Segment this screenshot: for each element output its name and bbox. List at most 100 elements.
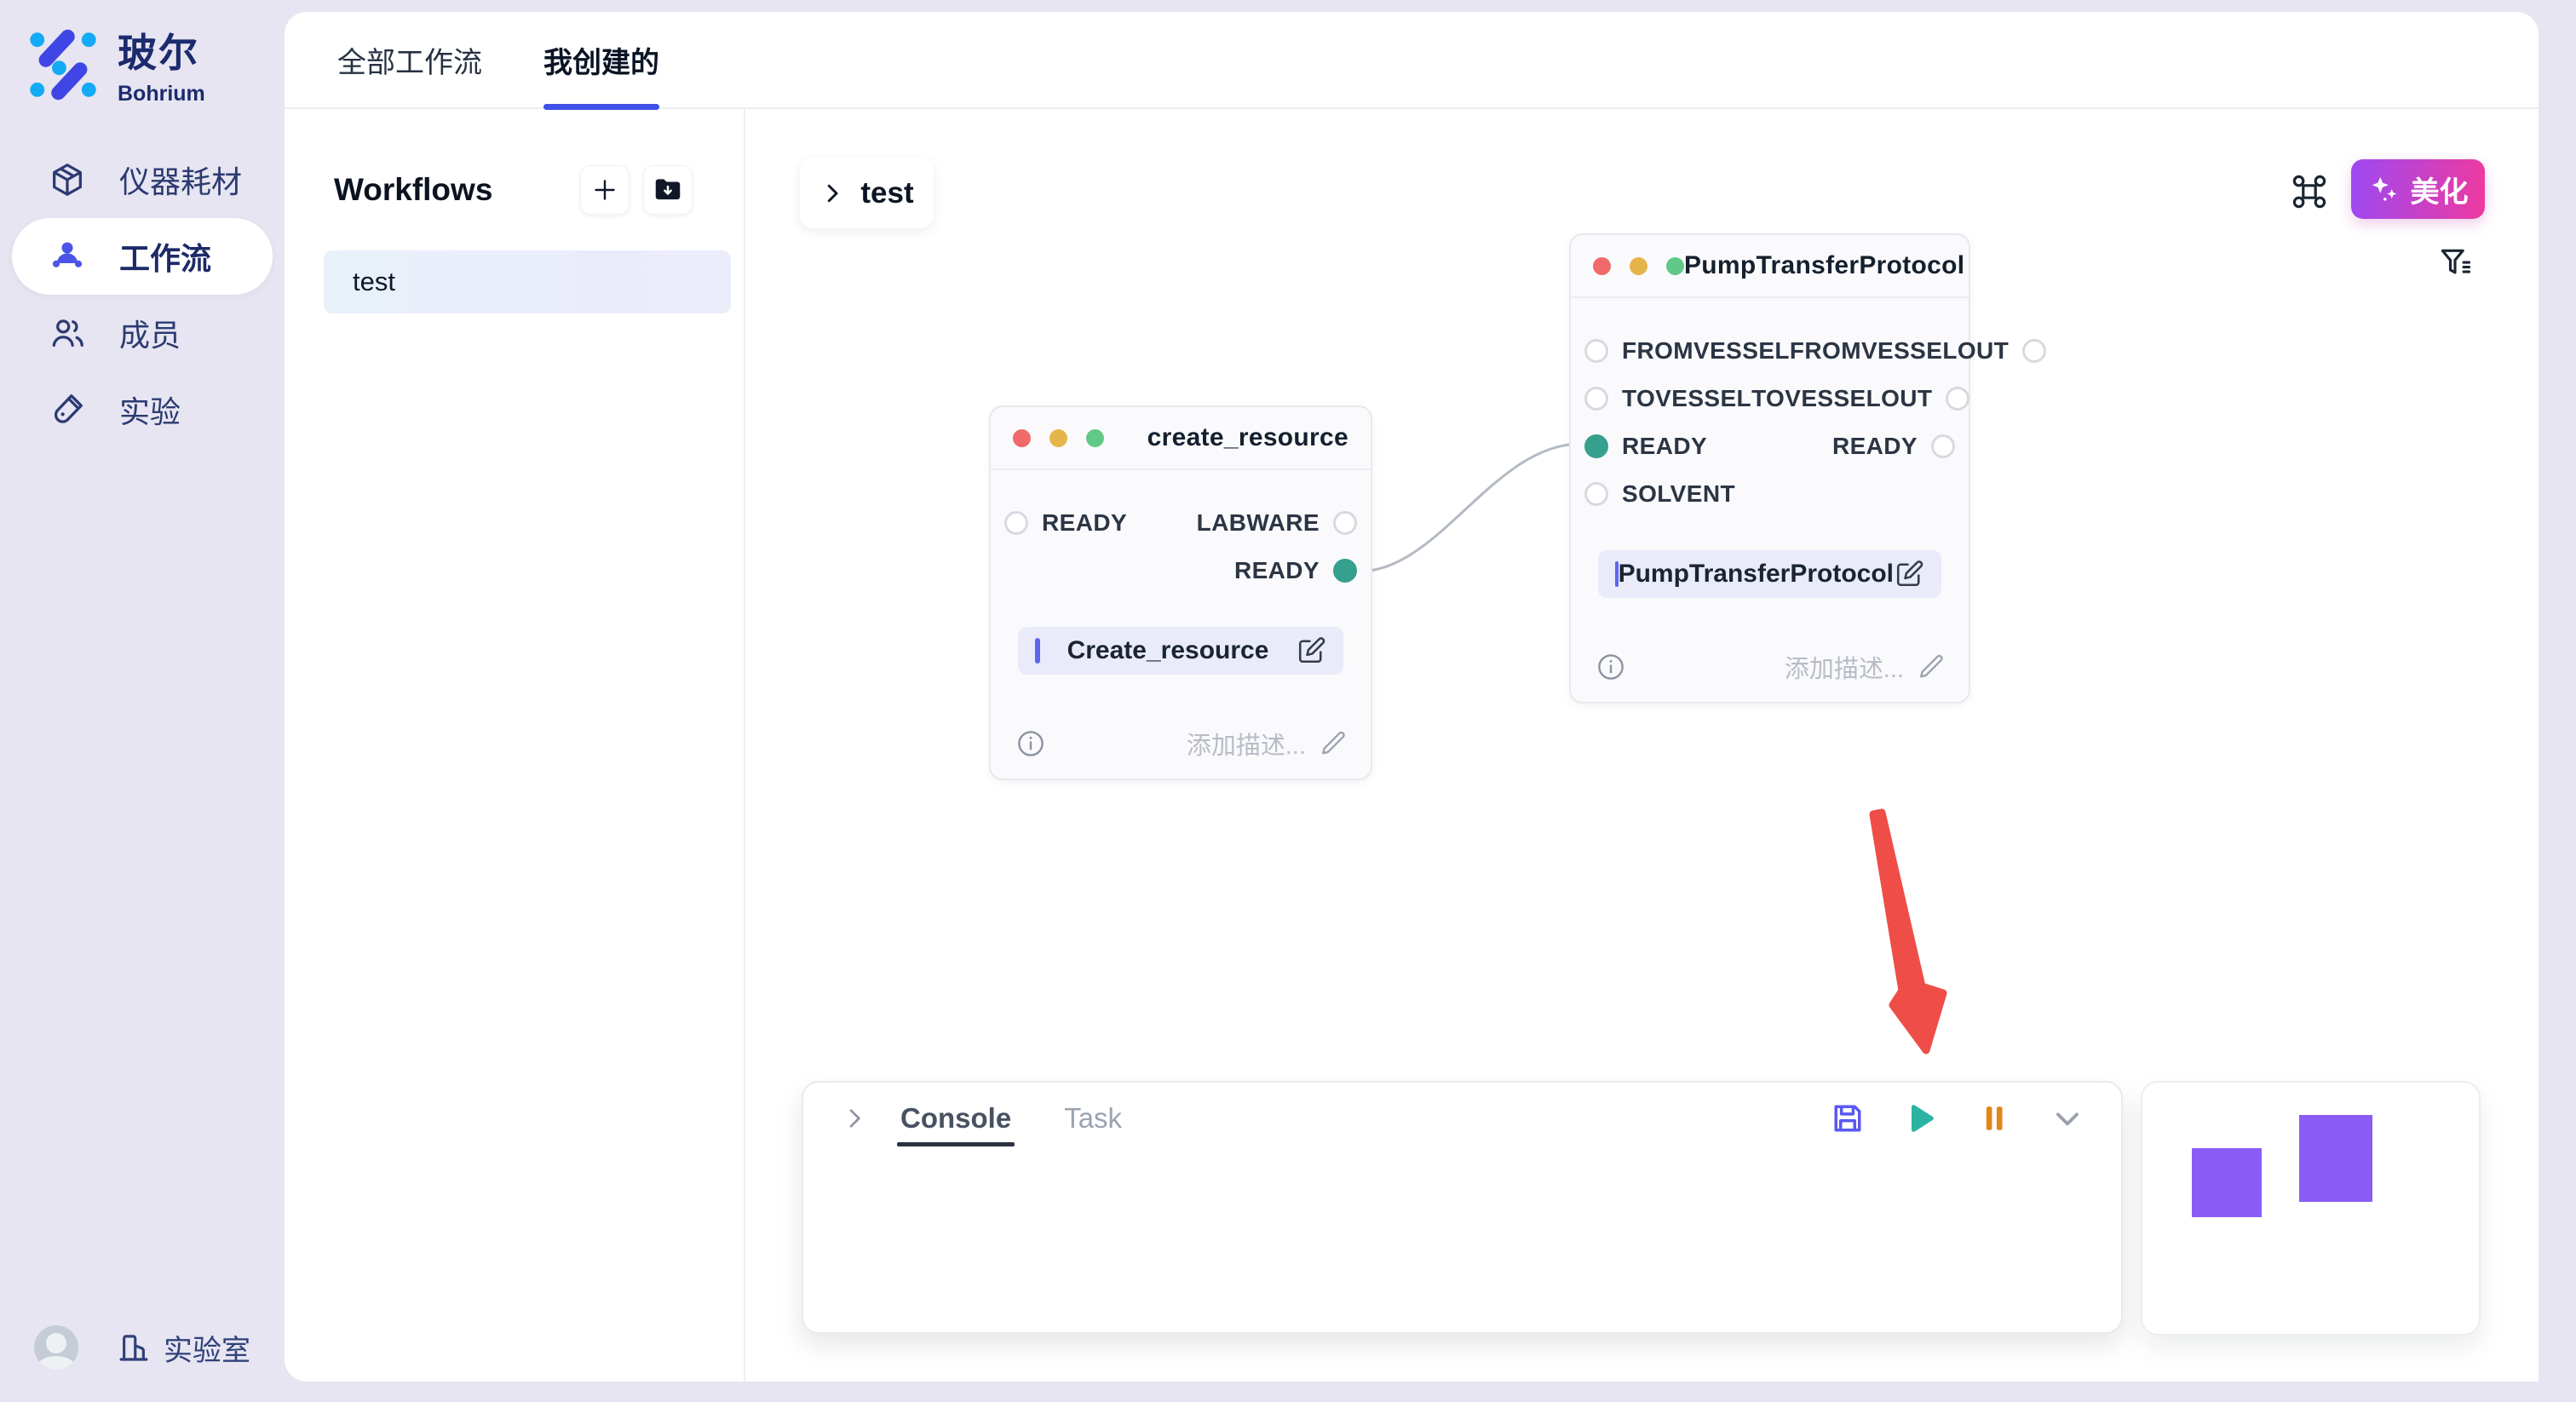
save-button[interactable]	[1828, 1099, 1867, 1138]
minimap[interactable]	[2141, 1081, 2481, 1336]
tab-console[interactable]: Console	[900, 1102, 1011, 1135]
brand-title-cn: 玻尔	[118, 22, 205, 78]
import-folder-button[interactable]	[643, 165, 693, 215]
sidebar-item-workflow[interactable]: 工作流	[12, 218, 273, 295]
input-port-connected[interactable]	[1584, 434, 1608, 458]
input-port[interactable]	[1584, 387, 1608, 411]
description-placeholder[interactable]: 添加描述...	[1785, 649, 1904, 685]
sidebar-item-members[interactable]: 成员	[0, 295, 285, 371]
console-output-area[interactable]	[803, 1154, 2121, 1334]
traffic-light-green[interactable]	[1086, 429, 1104, 447]
port-label: TOVESSEL	[1622, 385, 1751, 412]
tab-label: 我创建的	[543, 39, 659, 81]
bohrium-logo-icon	[26, 27, 101, 102]
node-create-resource[interactable]: create_resource READY LABWARE READY	[989, 405, 1372, 780]
input-port[interactable]	[1584, 482, 1608, 506]
sidebar-item-label: 实验	[119, 388, 181, 432]
tab-label: Task	[1064, 1102, 1122, 1134]
workflow-list-item-test[interactable]: test	[324, 250, 731, 313]
node-header: create_resource	[991, 407, 1371, 470]
command-icon	[2289, 171, 2330, 212]
edit-icon[interactable]	[1296, 635, 1326, 666]
sidebar-item-label: 工作流	[119, 234, 211, 279]
port-label: LABWARE	[1197, 509, 1320, 537]
output-port[interactable]	[1931, 434, 1955, 458]
sidebar-nav: 仪器耗材 工作流 成员	[0, 141, 285, 448]
traffic-light-red[interactable]	[1013, 429, 1031, 447]
port-label: TOVESSELOUT	[1751, 385, 1932, 412]
console-tab-underline	[897, 1142, 1015, 1146]
pencil-icon[interactable]	[1918, 652, 1946, 681]
shortcuts-button[interactable]	[2286, 168, 2333, 215]
input-port[interactable]	[1584, 339, 1608, 363]
filter-button[interactable]	[2435, 244, 2475, 283]
top-tabs: 全部工作流 我创建的	[285, 12, 2539, 109]
package-icon	[48, 160, 87, 199]
tab-all-workflows[interactable]: 全部工作流	[337, 11, 482, 108]
port-label: SOLVENT	[1622, 480, 1735, 508]
traffic-light-green[interactable]	[1666, 257, 1684, 275]
main-panel: 全部工作流 我创建的 Workflows	[285, 12, 2539, 1382]
sidebar-item-label: 成员	[119, 311, 181, 355]
pencil-icon[interactable]	[1320, 729, 1348, 758]
port-label: READY	[1622, 433, 1707, 460]
pill-label: PumpTransferProtocol	[1619, 560, 1894, 589]
chevron-down-icon[interactable]	[2048, 1099, 2087, 1138]
brand-title-en: Bohrium	[118, 82, 205, 106]
sparkles-icon	[2368, 173, 2401, 205]
sidebar-item-instruments[interactable]: 仪器耗材	[0, 141, 285, 218]
experiment-icon	[48, 390, 87, 429]
add-workflow-button[interactable]	[580, 165, 630, 215]
workspace-switcher[interactable]: 实验室	[116, 1327, 250, 1369]
workflow-item-label: test	[353, 267, 395, 297]
beautify-button[interactable]: 美化	[2351, 159, 2485, 219]
output-port-connected[interactable]	[1333, 559, 1357, 583]
pause-button[interactable]	[1975, 1099, 2014, 1138]
workflow-icon	[48, 237, 87, 276]
sidebar-footer: 实验室	[34, 1325, 250, 1370]
tab-my-created[interactable]: 我创建的	[543, 11, 659, 108]
output-port[interactable]	[1333, 511, 1357, 535]
console-header: Console Task	[803, 1083, 2121, 1154]
traffic-light-yellow[interactable]	[1630, 257, 1647, 275]
traffic-light-red[interactable]	[1593, 257, 1611, 275]
minimap-node-create-resource	[2192, 1148, 2262, 1217]
output-port[interactable]	[1946, 387, 1969, 411]
minimap-node-pump-transfer	[2299, 1115, 2372, 1202]
sidebar-item-label: 仪器耗材	[119, 158, 242, 202]
output-port[interactable]	[2022, 339, 2046, 363]
console-panel: Console Task	[802, 1081, 2123, 1334]
folder-download-icon	[652, 174, 684, 206]
traffic-light-yellow[interactable]	[1049, 429, 1067, 447]
tab-task[interactable]: Task	[1064, 1102, 1122, 1135]
breadcrumb[interactable]: test	[800, 158, 934, 228]
brand: 玻尔 Bohrium	[26, 22, 205, 106]
workflow-canvas[interactable]: test 美化	[745, 109, 2539, 1382]
node-action-pill[interactable]: Create_resource	[1018, 627, 1343, 675]
console-collapse-button[interactable]	[841, 1105, 868, 1132]
building-icon	[116, 1330, 152, 1365]
info-icon[interactable]	[1015, 727, 1047, 760]
run-button[interactable]	[1901, 1099, 1941, 1138]
workflows-title: Workflows	[334, 172, 492, 208]
port-label: READY	[1832, 433, 1918, 460]
beautify-label: 美化	[2411, 169, 2469, 210]
node-action-pill[interactable]: PumpTransferProtocol	[1598, 550, 1941, 598]
chevron-right-icon	[819, 181, 845, 206]
sidebar-item-experiments[interactable]: 实验	[0, 371, 285, 448]
node-title: create_resource	[1104, 423, 1348, 452]
port-label: FROMVESSELOUT	[1790, 337, 2009, 365]
input-port[interactable]	[1004, 511, 1028, 535]
node-pump-transfer-protocol[interactable]: PumpTransferProtocol FROMVESSEL FROMVESS…	[1569, 233, 1970, 704]
sidebar: 玻尔 Bohrium 仪器耗材 工作流	[0, 0, 285, 1402]
avatar[interactable]	[34, 1325, 78, 1370]
edit-icon[interactable]	[1894, 559, 1924, 589]
tab-label: 全部工作流	[337, 39, 482, 81]
plus-icon	[589, 175, 620, 205]
port-label: READY	[1042, 509, 1127, 537]
members-icon	[48, 313, 87, 353]
description-placeholder[interactable]: 添加描述...	[1187, 726, 1306, 761]
info-icon[interactable]	[1595, 651, 1627, 683]
workspace-label: 实验室	[164, 1327, 250, 1369]
breadcrumb-label: test	[860, 176, 913, 210]
